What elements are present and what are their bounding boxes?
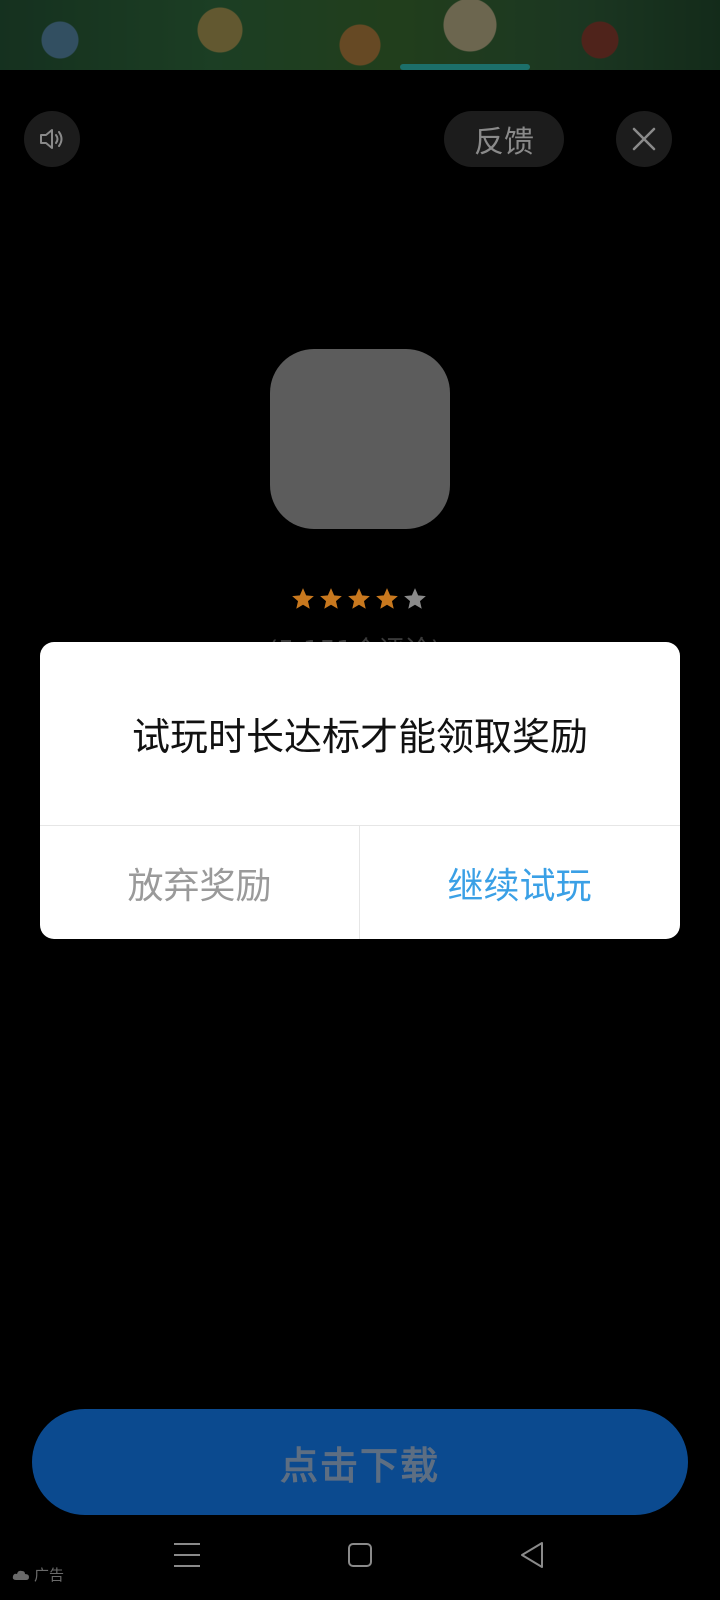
star-rating [290,586,428,612]
nav-home-button[interactable] [348,1543,372,1567]
close-icon [632,127,656,151]
dialog-message: 试玩时长达标才能领取奖励 [131,715,588,759]
nav-back-button[interactable] [518,1540,546,1574]
star-filled-icon [320,588,342,609]
menu-line [174,1543,200,1545]
continue-trial-button[interactable]: 继续试玩 [360,826,679,939]
feedback-button[interactable]: 反馈 [444,111,564,167]
star-filled-icon [348,588,370,609]
ad-label: 广告 [12,1564,64,1585]
menu-line [174,1565,200,1567]
close-button[interactable] [616,111,672,167]
app-icon [270,349,450,529]
star-empty-icon [404,588,426,609]
back-triangle-icon [521,1542,543,1568]
abandon-reward-button[interactable]: 放弃奖励 [40,826,359,939]
speaker-icon [40,129,63,149]
download-button[interactable]: 点击下载 [32,1409,688,1515]
game-banner-image [0,0,720,70]
sound-button[interactable] [24,111,80,167]
banner-progress [400,64,530,70]
review-count: (5,151个评论) [268,630,468,642]
reward-dialog: 试玩时长达标才能领取奖励 放弃奖励 继续试玩 [40,642,680,939]
ad-label-text: 广告 [34,1566,65,1584]
ad-screen: 反馈 (5,151个评论) 试玩时长达标才能领取奖励 放弃奖励 继续试玩 点击下… [0,0,720,1600]
star-filled-icon [376,588,398,609]
nav-menu-button[interactable] [174,1540,204,1570]
menu-line [174,1554,200,1556]
star-filled-icon [292,588,314,609]
cloud-icon [12,1570,30,1580]
